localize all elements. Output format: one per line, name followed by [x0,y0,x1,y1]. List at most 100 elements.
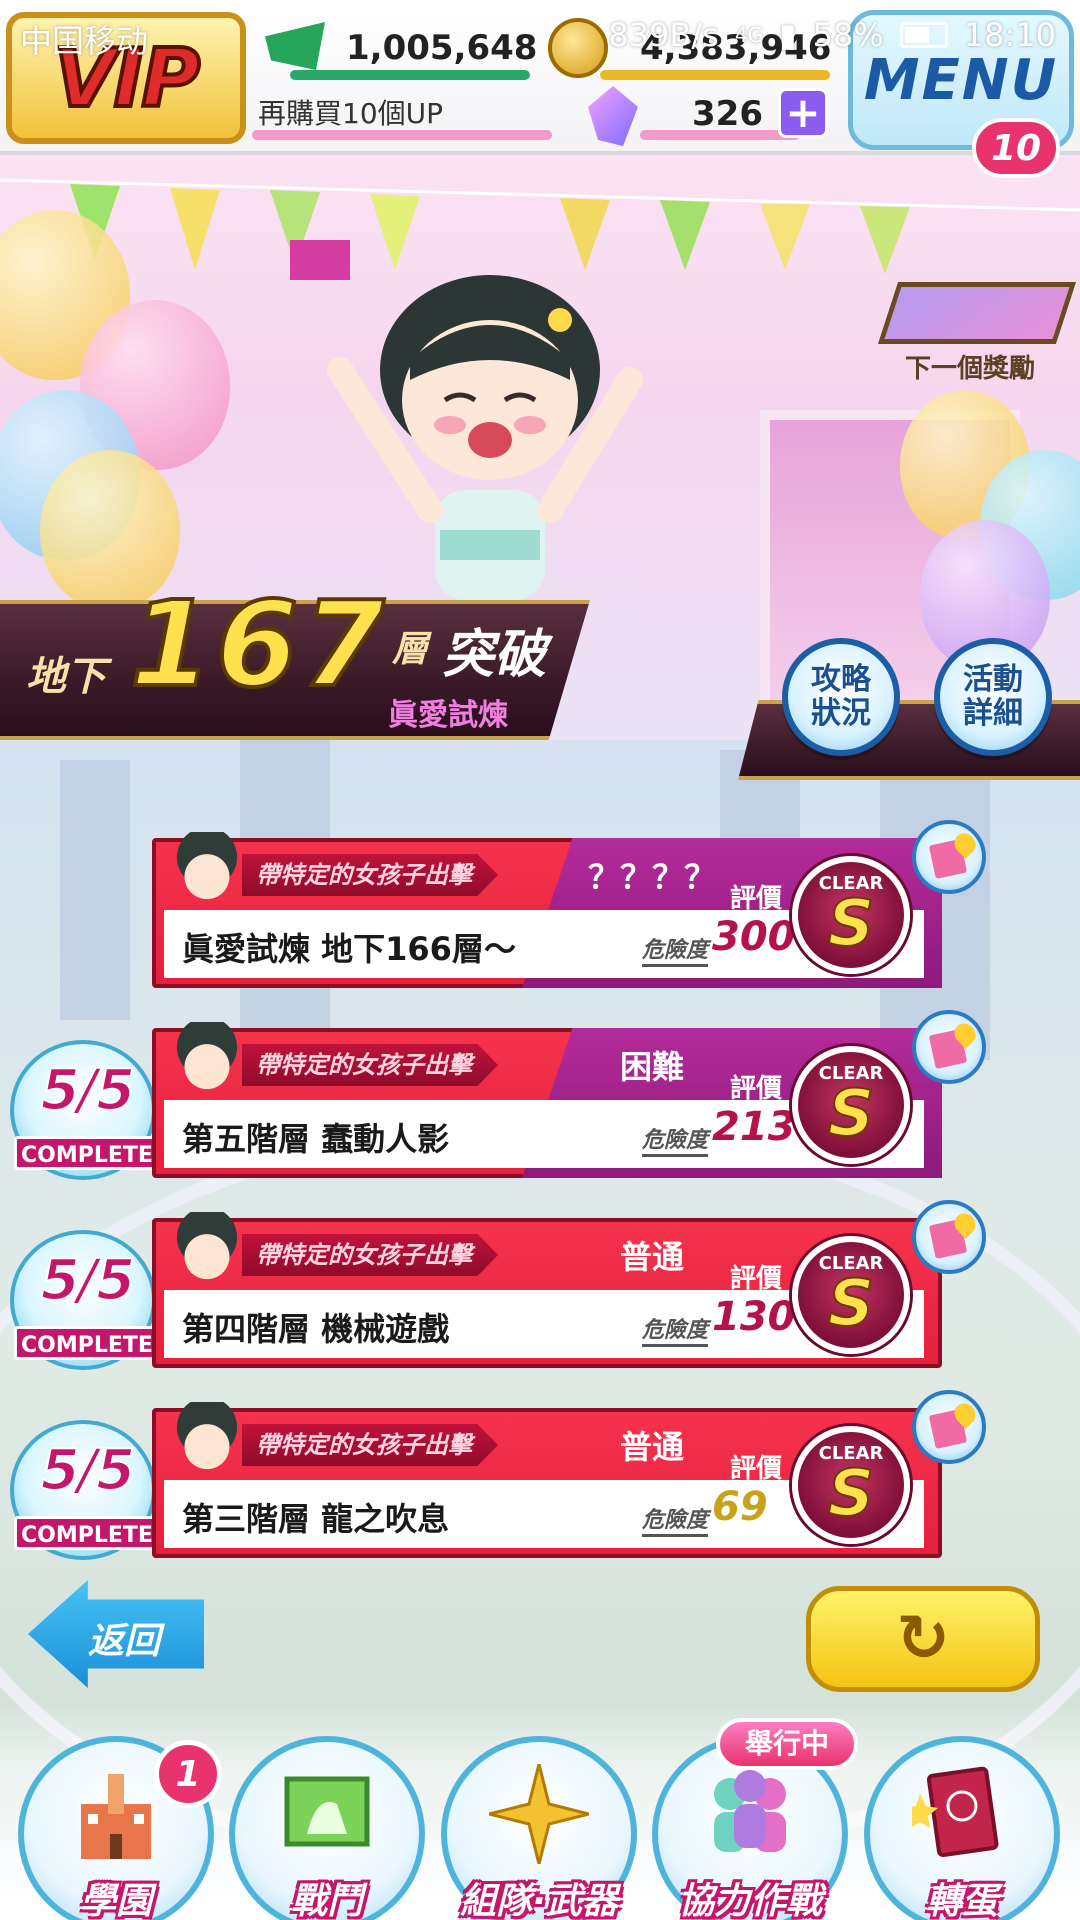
complete-fraction: 5/5 [40,1247,136,1314]
risk-value: 130 [712,1294,796,1340]
floor-suffix: 層 [392,629,429,670]
nav-school-badge: 1 [154,1740,222,1808]
complete-badge: 5/5 COMPLETE [10,1040,160,1180]
story-book-icon[interactable] [912,820,986,894]
girl-avatar-icon [174,1402,240,1474]
battery-percent: 58% [812,16,884,54]
gacha-icon [912,1766,999,1858]
building [60,760,130,1020]
nav-label: 組隊·武器 [460,1881,618,1920]
floor-number: 167 [128,573,389,715]
nav-label: 學園 [79,1881,152,1920]
mission-tag: 帶特定的女孩子出擊 [242,1424,498,1466]
evaluation-label: 評價 [730,1454,783,1484]
rank-letter: S [827,1266,875,1341]
girl-avatar-icon [174,832,240,904]
story-book-icon[interactable] [912,1390,986,1464]
evaluation-label: 評價 [730,884,783,914]
floor-prefix: 地下 [26,654,106,700]
girl-avatar-icon [174,1212,240,1284]
back-label: 返回 [88,1621,161,1662]
school-icon [81,1774,151,1859]
clock: 18:10 [963,16,1056,54]
event-active-tag: 舉行中 [716,1718,858,1770]
complete-badge: 5/5 COMPLETE [10,1420,160,1560]
rank-letter: S [827,1076,875,1151]
complete-fraction: 5/5 [40,1437,136,1504]
difficulty-label: 困難 [619,1048,684,1086]
rank-letter: S [827,886,875,961]
event-details-button[interactable]: 活動 詳細 [934,638,1052,756]
event-name: 眞愛試煉 [388,698,508,733]
battle-icon [284,1776,370,1847]
stage-card[interactable]: 帶特定的女孩子出擊 ？？？？ 評價眞愛試煉 地下166層～ 危險度 300 CLEAR S [152,820,986,998]
clear-rank-badge: CLEAR S [792,1046,910,1164]
signal-icon: ▮ [779,16,797,54]
complete-label: COMPLETE [14,1136,160,1170]
girl-avatar-icon [174,1022,240,1094]
risk-label: 危險度 [642,1122,709,1157]
nav-school[interactable]: 學園 1 [18,1736,222,1920]
risk-value: 69 [712,1484,768,1530]
nav-label: 戰鬥 [290,1881,363,1920]
network-type: 4G [734,23,764,47]
nav-label: 轉蛋 [925,1881,998,1920]
stage-card[interactable]: 帶特定的女孩子出擊 普通評價第三階層 龍之吹息 危險度 69 CLEAR S [152,1390,986,1568]
coop-icon [714,1770,786,1852]
carrier-name: 中国移动 [20,22,149,60]
complete-fraction: 5/5 [40,1057,136,1124]
menu-notification-badge: 10 [972,118,1060,178]
stage-title: 第四階層 機械遊戲 [182,1310,450,1348]
stage-title: 眞愛試煉 地下166層～ [182,930,516,968]
mission-tag: 帶特定的女孩子出擊 [242,1044,498,1086]
nav-label: 協力作戰 [677,1881,822,1920]
team-weapon-icon [489,1764,589,1864]
risk-label: 危險度 [642,932,709,967]
net-speed: 839B/s [608,16,719,54]
rank-letter: S [827,1456,875,1531]
difficulty-label: ？？？？ [587,858,716,896]
nav-gacha[interactable]: 轉蛋 [864,1736,1060,1920]
difficulty-label: 普通 [619,1428,684,1466]
stage-card[interactable]: 帶特定的女孩子出擊 普通評價第四階層 機械遊戲 危險度 130 CLEAR S [152,1200,986,1378]
next-reward-preview[interactable] [877,282,1077,344]
stage-title: 第三階層 龍之吹息 [182,1500,450,1538]
mission-tag: 帶特定的女孩子出擊 [242,854,498,896]
status-bar: 中国移动 839B/s 4G ▮ 58% 18:10 [0,0,1080,70]
crystal-bar [640,130,800,140]
stage-card[interactable]: 帶特定的女孩子出擊 困難評價第五階層 蠢動人影 危險度 213 CLEAR S [152,1010,986,1188]
gold-currency-bar [600,70,830,80]
story-book-icon[interactable] [912,1010,986,1084]
story-book-icon[interactable] [912,1200,986,1274]
promo-text: 再購買10個UP [258,97,444,130]
risk-label: 危險度 [642,1502,709,1537]
risk-label: 危險度 [642,1312,709,1347]
bottom-nav: 學園 1 戰鬥 組隊·武器 協力作戰 轉蛋 [0,1700,1080,1920]
refresh-button[interactable]: ↻ [806,1586,1040,1692]
strategy-status-button[interactable]: 攻略 狀況 [782,638,900,756]
next-reward-label: 下一個獎勵 [905,354,1036,384]
complete-label: COMPLETE [14,1516,160,1550]
character-illustration [327,275,643,600]
clear-rank-badge: CLEAR S [792,856,910,974]
risk-value: 300 [712,914,796,960]
clear-rank-badge: CLEAR S [792,1426,910,1544]
battery-icon [899,22,948,48]
complete-badge: 5/5 COMPLETE [10,1230,160,1370]
complete-label: COMPLETE [14,1326,160,1360]
floor-breakthrough: 突破 [442,625,547,685]
refresh-icon: ↻ [896,1602,950,1676]
nav-team-weapon[interactable]: 組隊·武器 [441,1736,637,1920]
difficulty-label: 普通 [619,1238,684,1276]
clear-rank-badge: CLEAR S [792,1236,910,1354]
risk-value: 213 [712,1104,796,1150]
evaluation-label: 評價 [730,1264,783,1294]
crystal-count: 326 [692,94,763,134]
add-crystal-button[interactable]: + [778,88,828,138]
nav-battle[interactable]: 戰鬥 [229,1736,425,1920]
promo-bar [252,130,552,140]
mission-tag: 帶特定的女孩子出擊 [242,1234,498,1276]
stage-title: 第五階層 蠢動人影 [182,1120,450,1158]
evaluation-label: 評價 [730,1074,783,1104]
green-currency-bar [290,70,530,80]
